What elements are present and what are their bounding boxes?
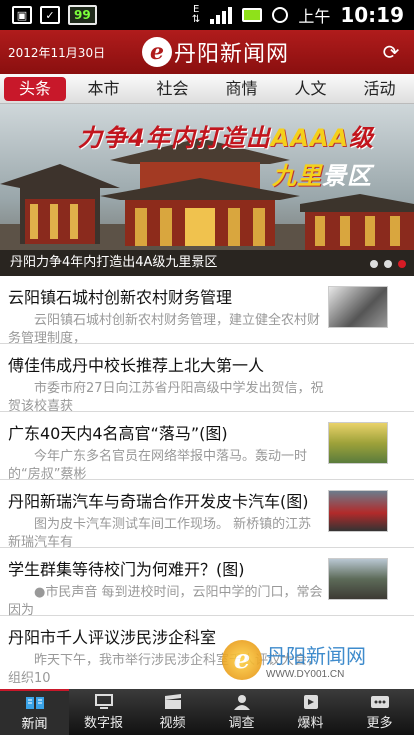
list-item[interactable]: 云阳镇石城村创新农村财务管理 云阳镇石城村创新农村财务管理，建立健全农村财务管理… bbox=[0, 276, 414, 346]
list-item[interactable]: 傅佳伟成丹中校长推荐上北大第一人 市委市府27日向江苏省丹阳高级中学发出贺信，祝… bbox=[0, 344, 414, 414]
tab-society[interactable]: 社会 bbox=[138, 77, 207, 101]
watermark-url: WWW.DY001.CN bbox=[266, 669, 345, 680]
tab-culture[interactable]: 人文 bbox=[276, 77, 345, 101]
site-watermark: e 丹阳新闻网 WWW.DY001.CN bbox=[222, 640, 366, 680]
header-date: 2012年11月30日 bbox=[8, 45, 106, 60]
news-title: 云阳镇石城村创新农村财务管理 bbox=[8, 288, 233, 307]
nav-label: 视频 bbox=[159, 715, 186, 731]
news-thumbnail bbox=[328, 490, 388, 532]
tab-events[interactable]: 活动 bbox=[345, 77, 414, 101]
banner-caption: 丹阳力争4年内打造出4A级九里景区 bbox=[0, 250, 414, 276]
news-icon bbox=[25, 695, 45, 711]
network-type: E ⇅ bbox=[191, 4, 201, 25]
app-header: 2012年11月30日 e 丹阳新闻网 ⟳ bbox=[0, 30, 414, 74]
nav-label: 调查 bbox=[228, 715, 255, 731]
signal-icon bbox=[210, 6, 233, 24]
news-summary: 云阳镇石城村创新农村财务管理，建立健全农村财务管理制度， bbox=[8, 313, 321, 346]
more-icon bbox=[370, 694, 390, 710]
news-thumbnail bbox=[328, 558, 388, 600]
people-icon bbox=[232, 694, 252, 710]
nav-news[interactable]: 新闻 bbox=[0, 689, 69, 735]
notification-icon: ▣ bbox=[12, 6, 32, 24]
tab-business[interactable]: 商情 bbox=[207, 77, 276, 101]
refresh-icon[interactable]: ⟳ bbox=[380, 41, 402, 63]
news-thumbnail bbox=[328, 422, 388, 464]
phone-icon bbox=[301, 694, 321, 710]
battery-saver-icon: 99 bbox=[68, 5, 97, 25]
list-item[interactable]: 广东40天内4名高官“落马”(图) 今年广东多名官员在网络举报中落马。轰动一时的… bbox=[0, 412, 414, 482]
logo-e-icon: e bbox=[142, 37, 172, 67]
news-thumbnail bbox=[328, 286, 388, 328]
news-summary: 市委市府27日向江苏省丹阳高级中学发出贺信，祝贺该校喜获 bbox=[8, 381, 324, 414]
slide-dot[interactable] bbox=[370, 260, 378, 268]
tab-headlines[interactable]: 头条 bbox=[4, 76, 66, 101]
news-title: 学生群集等待校门为何难开？(图) bbox=[8, 560, 245, 579]
tab-local[interactable]: 本市 bbox=[69, 77, 138, 101]
slide-dot-active[interactable] bbox=[398, 260, 406, 268]
news-title: 丹阳新瑞汽车与奇瑞合作开发皮卡汽车(图) bbox=[8, 492, 309, 511]
list-item[interactable]: 丹阳新瑞汽车与奇瑞合作开发皮卡汽车(图) 图为皮卡汽车测试车间工作现场。 新桥镇… bbox=[0, 480, 414, 550]
nav-digital-paper[interactable]: 数字报 bbox=[69, 689, 138, 735]
battery-icon bbox=[242, 8, 263, 22]
clock: 10:19 bbox=[340, 3, 404, 27]
nav-label: 新闻 bbox=[21, 716, 48, 732]
nav-label: 数字报 bbox=[83, 715, 123, 731]
news-list: 云阳镇石城村创新农村财务管理 云阳镇石城村创新农村财务管理，建立健全农村财务管理… bbox=[0, 276, 414, 689]
list-item[interactable]: 学生群集等待校门为何难开？(图) ●市民声音 每到进校时间，云阳中学的门口，常会… bbox=[0, 548, 414, 618]
clapperboard-icon bbox=[163, 693, 183, 710]
nav-video[interactable]: 视频 bbox=[138, 689, 207, 735]
nav-more[interactable]: 更多 bbox=[345, 689, 414, 735]
news-summary: ●市民声音 每到进校时间，云阳中学的门口，常会因为 bbox=[8, 585, 323, 618]
time-ampm: 上午 bbox=[298, 7, 331, 26]
battery-level: 99 bbox=[74, 8, 91, 22]
category-tabs: 头条 本市 社会 商情 人文 活动 bbox=[0, 74, 414, 104]
news-title: 广东40天内4名高官“落马”(图) bbox=[8, 424, 228, 443]
news-title: 傅佳伟成丹中校长推荐上北大第一人 bbox=[8, 356, 265, 375]
slide-indicator bbox=[370, 260, 406, 268]
bottom-nav: 新闻 数字报 视频 调查 爆料 更多 bbox=[0, 689, 414, 735]
watermark-name: 丹阳新闻网 bbox=[266, 644, 366, 668]
checkbox-icon: ✓ bbox=[40, 6, 60, 24]
slide-dot[interactable] bbox=[384, 260, 392, 268]
news-summary: 今年广东多名官员在网络举报中落马。轰动一时的“房叔”蔡彬 bbox=[8, 449, 308, 482]
nav-survey[interactable]: 调查 bbox=[207, 689, 276, 735]
alarm-icon bbox=[272, 7, 289, 23]
headline-banner[interactable]: 力争4年内打造出AAAA级 九里景区 丹阳力争4年内打造出4A级九里景区 bbox=[0, 104, 414, 276]
logo-text: 丹阳新闻网 bbox=[174, 42, 290, 67]
computer-icon bbox=[94, 693, 114, 710]
nav-label: 爆料 bbox=[297, 715, 324, 731]
banner-headline-line2: 九里景区 bbox=[272, 162, 372, 190]
news-summary: 图为皮卡汽车测试车间工作现场。 新桥镇的江苏新瑞汽车有 bbox=[8, 517, 312, 550]
nav-tipoff[interactable]: 爆料 bbox=[276, 689, 345, 735]
banner-headline: 力争4年内打造出AAAA级 bbox=[78, 124, 374, 152]
watermark-logo-icon: e bbox=[222, 640, 262, 680]
status-bar: ▣ ✓ 99 E ⇅ 上午 10:19 bbox=[0, 0, 414, 30]
nav-label: 更多 bbox=[366, 715, 393, 731]
app-logo: e 丹阳新闻网 bbox=[142, 36, 289, 68]
